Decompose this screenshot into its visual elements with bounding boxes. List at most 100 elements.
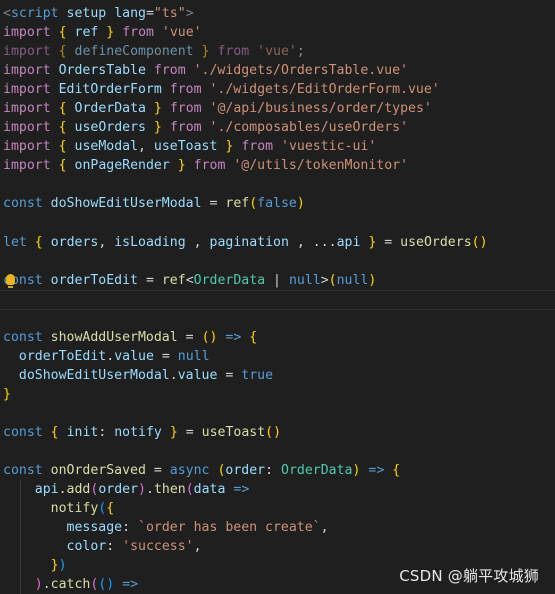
- code-token: showAddUserModal: [50, 329, 178, 345]
- code-token: from: [169, 120, 202, 136]
- code-line[interactable]: [3, 175, 555, 194]
- code-line[interactable]: notify({: [3, 499, 555, 519]
- code-token: ): [138, 482, 146, 498]
- code-line[interactable]: [3, 309, 555, 328]
- code-line[interactable]: [3, 442, 555, 461]
- code-line[interactable]: import EditOrderForm from './widgets/Edi…: [3, 80, 555, 99]
- code-editor[interactable]: <script setup lang="ts"> import { ref } f…: [0, 4, 555, 594]
- code-line[interactable]: <script setup lang="ts">: [3, 4, 555, 23]
- code-token: =>: [225, 329, 242, 345]
- code-token: add: [66, 482, 91, 498]
- code-token: }: [50, 558, 59, 574]
- code-token: isLoading: [114, 234, 186, 250]
- code-token: orderToEdit: [50, 272, 138, 288]
- code-token: import: [3, 120, 51, 136]
- code-token: defineComponent: [74, 44, 194, 60]
- code-token: :: [122, 520, 138, 536]
- code-token: ,: [193, 539, 202, 555]
- code-token: data: [193, 482, 226, 498]
- code-token: =: [153, 463, 162, 479]
- code-line[interactable]: color: 'success',: [3, 537, 555, 557]
- code-line[interactable]: const doShowEditUserModal = ref(false): [3, 194, 555, 213]
- code-token: }: [153, 101, 162, 117]
- code-line[interactable]: [0, 289, 555, 310]
- code-token: notify: [50, 501, 99, 517]
- code-token: }: [153, 120, 162, 136]
- code-token: import: [3, 25, 51, 41]
- code-line[interactable]: doShowEditUserModal.value = true: [3, 366, 555, 385]
- code-token: value: [177, 367, 218, 383]
- code-token: ): [58, 558, 67, 574]
- code-token: useOrders: [74, 120, 146, 136]
- code-token: .: [169, 367, 178, 383]
- code-line[interactable]: let { orders, isLoading , pagination , .…: [3, 233, 555, 252]
- code-token: api: [336, 234, 361, 250]
- code-line[interactable]: import { ref } from 'vue': [3, 23, 555, 42]
- code-token: orders: [50, 234, 99, 250]
- code-token: {: [106, 501, 115, 517]
- code-token: |: [265, 272, 289, 288]
- code-token: {: [58, 44, 67, 60]
- code-token: ,: [98, 234, 115, 250]
- code-line[interactable]: import OrdersTable from './widgets/Order…: [3, 61, 555, 80]
- lightbulb-icon[interactable]: [6, 273, 15, 288]
- code-line[interactable]: [3, 404, 555, 423]
- code-token: {: [34, 234, 43, 250]
- indent-guide: [19, 556, 21, 576]
- code-token: from: [241, 139, 274, 155]
- code-token: useToast: [201, 425, 266, 441]
- code-token: =: [185, 425, 194, 441]
- code-token: {: [58, 139, 67, 155]
- code-line[interactable]: import { defineComponent } from 'vue';: [3, 42, 555, 61]
- code-line[interactable]: orderToEdit.value = null: [3, 347, 555, 366]
- code-line[interactable]: api.add(order).then(data =>: [3, 480, 555, 500]
- code-line[interactable]: import { useModal, useToast } from 'vues…: [3, 137, 555, 156]
- code-token: {: [58, 101, 67, 117]
- code-token: ): [479, 234, 488, 250]
- code-line[interactable]: const showAddUserModal = () => {: [3, 328, 555, 347]
- code-line[interactable]: import { useOrders } from './composables…: [3, 118, 555, 137]
- code-token: :: [265, 463, 281, 479]
- code-token: false: [257, 196, 297, 212]
- code-line[interactable]: [3, 252, 555, 271]
- code-line[interactable]: }: [3, 385, 555, 404]
- code-token: OrderData: [193, 272, 266, 288]
- code-line[interactable]: import { OrderData } from '@/api/busines…: [3, 99, 555, 118]
- code-token: :: [98, 425, 115, 441]
- code-token: :: [106, 539, 123, 555]
- code-token: 'vue': [161, 25, 202, 41]
- code-line[interactable]: const { init: notify } = useToast(): [3, 423, 555, 442]
- code-line[interactable]: import { onPageRender } from '@/utils/to…: [3, 156, 555, 175]
- code-token: {: [58, 158, 67, 174]
- code-token: from: [153, 63, 186, 79]
- code-line[interactable]: const orderToEdit = ref<OrderData | null…: [3, 271, 555, 290]
- code-token: }: [177, 158, 186, 174]
- code-line[interactable]: [3, 214, 555, 233]
- code-token: 'vue': [257, 44, 297, 60]
- code-line[interactable]: message: `order has been create`,: [3, 518, 555, 538]
- code-line[interactable]: const onOrderSaved = async (order: Order…: [3, 461, 555, 480]
